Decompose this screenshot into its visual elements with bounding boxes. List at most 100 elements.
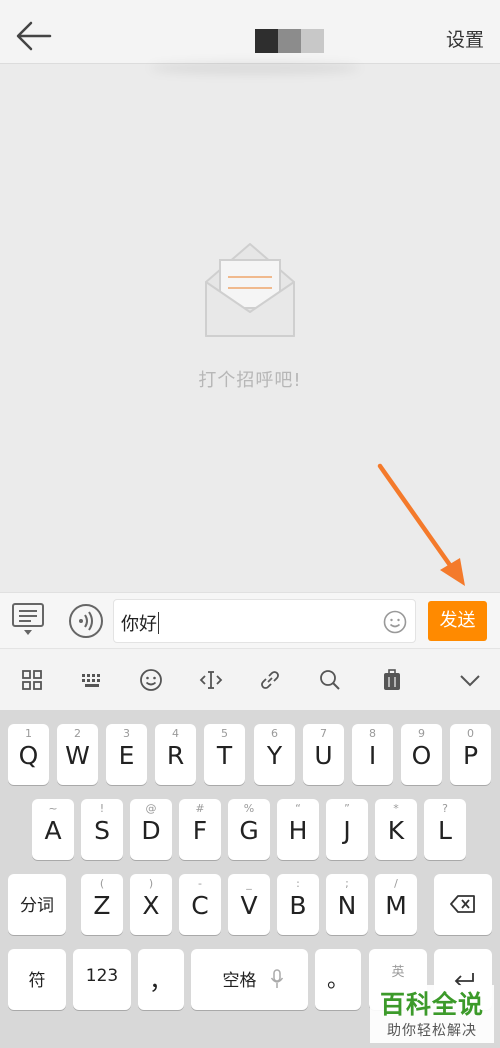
keyboard-toolbar [0, 648, 500, 710]
key-y[interactable]: 6Y [254, 724, 295, 785]
key-z[interactable]: (Z [81, 874, 123, 935]
key-j[interactable]: ” J [326, 799, 368, 860]
key-hint: _ [246, 877, 252, 890]
key-l[interactable]: ? L [424, 799, 466, 860]
key-hint: ~ [48, 802, 58, 815]
key-label: P [462, 741, 479, 770]
key-hint: ( [99, 877, 105, 890]
settings-button[interactable]: 设置 [446, 25, 484, 52]
key-k[interactable]: * K [375, 799, 417, 860]
key-hint: - [198, 877, 202, 890]
backspace-key[interactable] [434, 874, 492, 935]
key-label: Z [93, 891, 111, 920]
title-block [301, 29, 324, 53]
key-v[interactable]: _ V [228, 874, 270, 935]
key-hint: : [296, 877, 300, 890]
envelope-icon [205, 243, 295, 337]
voice-icon[interactable] [68, 603, 104, 639]
key-label: R [166, 741, 185, 770]
keyboard-toggle-icon[interactable] [10, 601, 46, 639]
empty-state-text: 打个招呼吧! [198, 370, 302, 391]
text-caret [158, 612, 159, 634]
segment-key[interactable]: 分词 [8, 874, 66, 935]
key-label: H [288, 816, 308, 845]
key-hint: 2 [74, 727, 81, 740]
key-label: W [65, 741, 90, 770]
key-hint: 1 [25, 727, 32, 740]
key-label: S [94, 816, 110, 845]
cursor-icon[interactable] [199, 668, 223, 692]
search-icon[interactable] [318, 668, 342, 692]
key-label: L [438, 816, 452, 845]
collapse-icon[interactable] [458, 668, 482, 692]
key-h[interactable]: “H [277, 799, 319, 860]
grid-icon[interactable] [20, 668, 44, 692]
key-hint: # [195, 802, 205, 815]
period-key[interactable]: 。 [315, 949, 361, 1010]
key-u[interactable]: 7U [303, 724, 344, 785]
key-label: O [411, 741, 432, 770]
key-m[interactable]: / M [375, 874, 417, 935]
key-s[interactable]: ! S [81, 799, 123, 860]
key-label: Y [266, 741, 283, 770]
title-block [255, 29, 278, 53]
key-hint: ” [344, 802, 350, 815]
key-label: A [44, 816, 62, 845]
emoji-icon[interactable] [383, 610, 407, 634]
symbols-key[interactable]: 符 [8, 949, 66, 1010]
watermark-title: 百科全说 [379, 990, 484, 1019]
key-hint: 7 [320, 727, 327, 740]
arrow-annotation-icon [377, 463, 465, 586]
comma-key[interactable]: ， [138, 949, 184, 1010]
clipboard-icon[interactable] [380, 668, 404, 692]
key-q[interactable]: 1Q [8, 724, 49, 785]
chat-title-redacted [255, 29, 324, 53]
key-hint: / [394, 877, 398, 890]
key-c[interactable]: -C [179, 874, 221, 935]
key-label: 123 [85, 966, 119, 986]
key-label: J [343, 816, 351, 845]
emoji-icon[interactable] [139, 668, 163, 692]
key-label: 符 [28, 971, 46, 991]
key-o[interactable]: 9O [401, 724, 442, 785]
space-key[interactable]: 空格 [191, 949, 308, 1010]
back-arrow-icon[interactable] [14, 18, 54, 54]
link-icon[interactable] [258, 668, 282, 692]
key-i[interactable]: 8I [352, 724, 393, 785]
key-hint: ; [345, 877, 349, 890]
key-n[interactable]: ; N [326, 874, 368, 935]
key-label: 分词 [20, 896, 54, 916]
send-button[interactable]: 发送 [428, 601, 487, 641]
key-p[interactable]: 0P [450, 724, 491, 785]
message-input-value: 你好 [121, 614, 157, 635]
key-hint: ) [148, 877, 154, 890]
key-g[interactable]: % G [228, 799, 270, 860]
keyboard-icon[interactable] [80, 668, 104, 692]
key-e[interactable]: 3E [106, 724, 147, 785]
key-hint: 8 [369, 727, 376, 740]
key-t[interactable]: 5T [204, 724, 245, 785]
message-input[interactable]: 你好 [113, 599, 416, 643]
backspace-icon [450, 895, 475, 913]
key-a[interactable]: ~ A [32, 799, 74, 860]
key-label: U [314, 741, 333, 770]
key-hint: “ [295, 802, 301, 815]
key-hint: 5 [221, 727, 228, 740]
key-label: N [337, 891, 357, 920]
key-hint: 6 [271, 727, 278, 740]
key-label: V [240, 891, 258, 920]
key-label: E [118, 741, 135, 770]
key-label: 。 [326, 968, 349, 993]
title-block [278, 29, 301, 53]
key-label: B [289, 891, 307, 920]
key-f[interactable]: # F [179, 799, 221, 860]
key-hint: * [393, 802, 399, 815]
key-hint: 英 [391, 965, 405, 980]
key-b[interactable]: :B [277, 874, 319, 935]
composer-bar: 你好 发送 [0, 592, 500, 648]
key-x[interactable]: ) X [130, 874, 172, 935]
key-r[interactable]: 4R [155, 724, 196, 785]
numbers-key[interactable]: 123 [73, 949, 131, 1010]
key-w[interactable]: 2W [57, 724, 98, 785]
key-d[interactable]: @ D [130, 799, 172, 860]
